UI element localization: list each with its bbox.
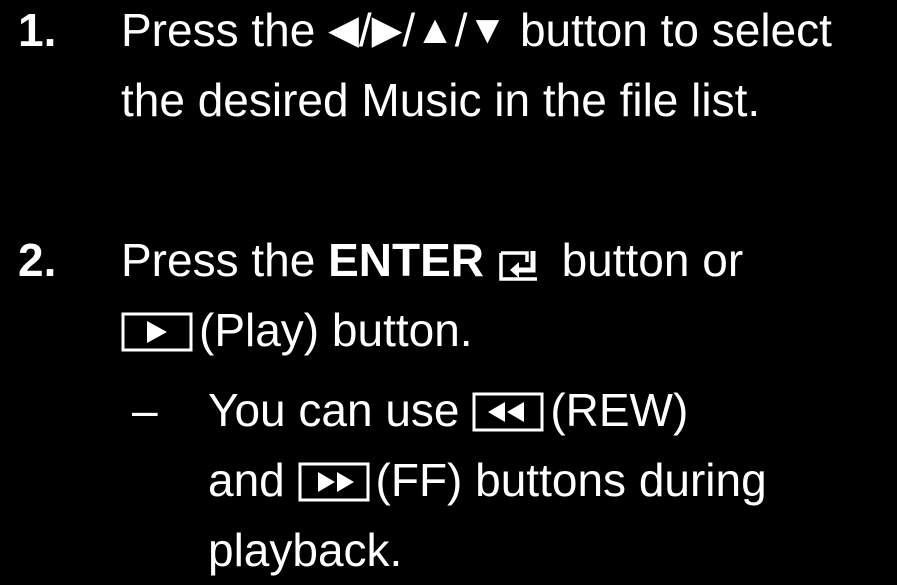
note-text: You can use (REW) and (FF) buttons durin… (208, 375, 897, 585)
step-text-after: button or (561, 234, 744, 286)
enter-icon (497, 248, 543, 282)
step-text-before: Press the (121, 234, 316, 286)
step-1-text: Press the ◀/▶/▲/▼ button to select the d… (121, 0, 897, 135)
separator: / (358, 4, 372, 56)
step-number: 2. (18, 234, 57, 286)
rewind-icon (472, 392, 544, 432)
play-icon (121, 312, 193, 352)
arrow-right-icon: ▶ (371, 8, 403, 52)
note-middle: and (208, 454, 285, 506)
rew-label: (REW) (550, 384, 689, 436)
note-text-before: You can use (208, 384, 460, 436)
note-dash: – (132, 384, 158, 436)
step-number: 1. (18, 4, 57, 56)
arrow-up-icon: ▲ (415, 8, 455, 52)
step-text-before: Press the (121, 4, 316, 56)
arrow-down-icon: ▼ (467, 8, 508, 52)
play-label: (Play) button. (199, 304, 473, 356)
step-2-text: Press the ENTER button or (Play) button. (121, 225, 897, 365)
enter-button-label: ENTER (328, 234, 484, 286)
separator: / (402, 4, 416, 56)
ff-label: (FF) buttons during playback. (208, 454, 767, 576)
fast-forward-icon (298, 462, 370, 502)
separator: / (454, 4, 468, 56)
arrow-left-icon: ◀ (328, 8, 359, 52)
